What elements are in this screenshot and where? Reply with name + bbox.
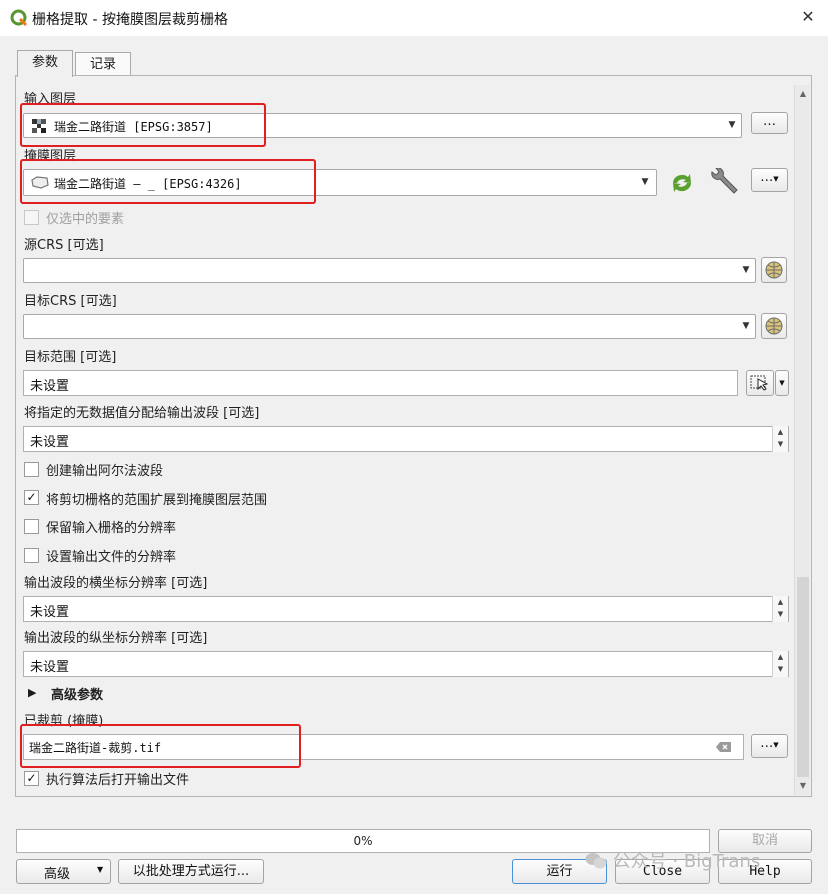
qgis-logo-icon (10, 9, 28, 27)
expand-triangle-icon[interactable]: ▶ (28, 686, 36, 699)
x-resolution-label: 输出波段的横坐标分辨率 [可选] (24, 576, 208, 591)
output-options-button[interactable]: …▼ (751, 734, 788, 758)
keep-resolution-checkbox[interactable] (24, 519, 39, 534)
highlight-box (20, 103, 266, 147)
tab-parameters[interactable]: 参数 (17, 50, 73, 77)
source-crs-combo[interactable]: ▼ (23, 258, 756, 283)
nodata-spinner[interactable]: ▲ ▼ (772, 426, 788, 452)
globe-icon (765, 317, 783, 335)
extent-menu-arrow-icon[interactable]: ▼ (775, 370, 789, 396)
y-resolution-input[interactable]: 未设置 ▲ ▼ (23, 651, 789, 677)
ellipsis-label: … (760, 170, 774, 185)
dropdown-arrow-icon: ▼ (773, 741, 779, 749)
chevron-down-icon: ▼ (641, 177, 649, 187)
extent-select-button[interactable] (746, 370, 774, 396)
chevron-down-icon: ▼ (742, 321, 750, 331)
mask-layer-options-button[interactable]: …▼ (751, 168, 788, 192)
nodata-label: 将指定的无数据值分配给输出波段 [可选] (24, 406, 260, 421)
crop-to-cutline-checkbox[interactable]: ✓ (24, 490, 39, 505)
close-window-button[interactable]: ✕ (798, 6, 818, 28)
x-resolution-value: 未设置 (30, 605, 70, 620)
iterate-features-icon[interactable] (668, 170, 696, 196)
y-resolution-value: 未设置 (30, 660, 70, 675)
source-crs-label: 源CRS [可选] (24, 238, 104, 253)
chevron-down-icon: ▼ (728, 120, 736, 130)
target-crs-combo[interactable]: ▼ (23, 314, 756, 339)
set-resolution-checkbox[interactable] (24, 548, 39, 563)
target-crs-select-button[interactable] (761, 313, 787, 339)
set-resolution-label: 设置输出文件的分辨率 (46, 550, 177, 565)
input-layer-options-button[interactable]: … (751, 112, 788, 134)
create-alpha-checkbox[interactable] (24, 462, 39, 477)
scroll-down-icon[interactable]: ▼ (795, 778, 811, 794)
highlight-box (20, 159, 316, 204)
target-extent-input[interactable]: 未设置 (23, 370, 738, 396)
open-output-label: 执行算法后打开输出文件 (46, 773, 190, 788)
highlight-box (20, 724, 301, 768)
batch-run-button[interactable]: 以批处理方式运行... (118, 859, 264, 884)
nodata-input[interactable]: 未设置 ▲ ▼ (23, 426, 789, 452)
advanced-label: 高级 (44, 867, 71, 882)
clear-field-icon[interactable] (716, 741, 732, 753)
wechat-icon (585, 853, 607, 869)
target-extent-label: 目标范围 [可选] (24, 350, 117, 365)
crop-to-cutline-label: 将剪切栅格的范围扩展到掩膜图层范围 (46, 493, 268, 508)
open-output-checkbox[interactable]: ✓ (24, 771, 39, 786)
x-resolution-spinner[interactable]: ▲ ▼ (772, 596, 788, 622)
keep-resolution-label: 保留输入栅格的分辨率 (46, 521, 177, 536)
cursor-select-icon (750, 375, 769, 391)
globe-icon (765, 261, 783, 279)
y-resolution-spinner[interactable]: ▲ ▼ (772, 651, 788, 677)
target-crs-label: 目标CRS [可选] (24, 294, 117, 309)
watermark: 公众号 · BigTrans (585, 847, 760, 873)
source-crs-select-button[interactable] (761, 257, 787, 283)
nodata-value: 未设置 (30, 435, 70, 450)
x-resolution-input[interactable]: 未设置 ▲ ▼ (23, 596, 789, 622)
scroll-up-icon[interactable]: ▲ (795, 86, 811, 102)
selected-only-checkbox[interactable] (24, 210, 39, 225)
chevron-down-icon: ▼ (97, 865, 104, 874)
window-title: 栅格提取 - 按掩膜图层裁剪栅格 (32, 12, 228, 28)
chevron-down-icon: ▼ (742, 265, 750, 275)
dropdown-arrow-icon: ▼ (773, 175, 779, 183)
create-alpha-label: 创建输出阿尔法波段 (46, 464, 164, 479)
scroll-thumb[interactable] (797, 577, 809, 777)
advanced-parameters-toggle[interactable]: 高级参数 (51, 684, 103, 703)
tab-log[interactable]: 记录 (75, 52, 131, 76)
ellipsis-label: … (760, 736, 774, 751)
y-resolution-label: 输出波段的纵坐标分辨率 [可选] (24, 631, 208, 646)
selected-only-label: 仅选中的要素 (46, 212, 125, 227)
advanced-menu-button[interactable]: 高级 ▼ (16, 859, 111, 884)
watermark-text: 公众号 · BigTrans (612, 851, 761, 872)
wrench-icon[interactable] (708, 168, 740, 198)
target-extent-value: 未设置 (30, 379, 70, 394)
